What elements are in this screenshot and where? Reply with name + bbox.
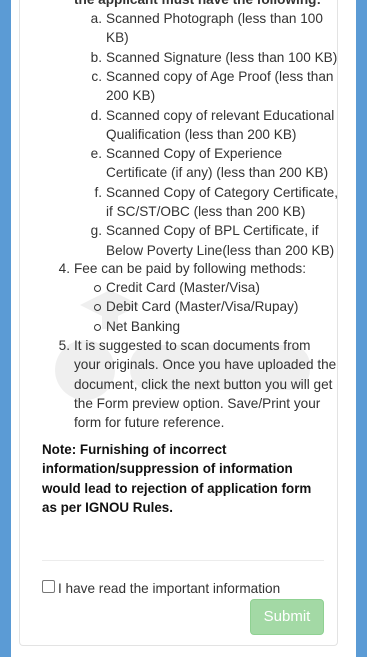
requirements-intro: the applicant must have the following: (74, 0, 321, 9)
requirement-item-text: if SC/ST/OBC (less than 200 KB) (106, 204, 306, 219)
suggestion-line: document, click the next button you will… (74, 376, 333, 392)
requirement-marker: e. (90, 146, 102, 162)
fee-heading: Fee can be paid by following methods: (74, 261, 306, 276)
divider (42, 560, 324, 561)
requirement-marker: d. (90, 107, 102, 123)
suggestion-line: the Form preview option. Save/Print your (74, 395, 321, 411)
requirement-item-text: Scanned Photograph (less than 100 (106, 11, 323, 26)
requirement-item-text: KB) (106, 30, 129, 46)
submit-button[interactable]: Submit (250, 599, 324, 635)
note-text: Note: Furnishing of incorrect informatio… (42, 442, 312, 516)
requirement-item-text: Below Poverty Line(less than 200 KB) (106, 242, 335, 258)
fee-marker: 4. (58, 261, 70, 276)
requirement-marker: b. (90, 49, 102, 65)
requirement-item-text: Scanned Copy of Experience (106, 146, 283, 162)
requirement-item-text: Scanned Copy of BPL Certificate, if (106, 223, 319, 239)
requirement-item-text: Scanned Copy of Category Certificate, (106, 184, 338, 200)
confirmation-label[interactable]: I have read the important information (58, 579, 280, 598)
requirement-marker: a. (90, 11, 102, 26)
suggestion-marker: 5. (58, 338, 70, 353)
requirement-item-text: Scanned copy of Age Proof (less than (106, 68, 334, 84)
payment-method-item: Net Banking (106, 318, 181, 334)
payment-method-item: Debit Card (Master/Visa/Rupay) (106, 299, 299, 315)
confirmation-checkbox[interactable] (42, 580, 55, 593)
payment-method-item: Credit Card (Master/Visa) (106, 280, 260, 295)
requirement-item-text: Certificate (if any) (less than 200 KB) (106, 165, 329, 181)
requirement-marker: f. (94, 184, 102, 200)
suggestion-line: form for future reference. (74, 415, 225, 431)
bullet-icon (94, 285, 101, 292)
requirement-item-text: Scanned copy of relevant Educational (106, 107, 335, 123)
bullet-icon (94, 323, 101, 331)
requirement-item-text: 200 KB) (106, 88, 156, 104)
requirement-marker: g. (90, 223, 102, 239)
suggestion-line: your originals. Once you have uploaded t… (74, 357, 337, 373)
requirement-marker: c. (91, 68, 102, 84)
requirement-item-text: Qualification (less than 200 KB) (106, 126, 297, 142)
suggestion-line: It is suggested to scan documents from (74, 338, 311, 353)
requirement-item-text: Scanned Signature (less than 100 KB) (106, 49, 338, 65)
